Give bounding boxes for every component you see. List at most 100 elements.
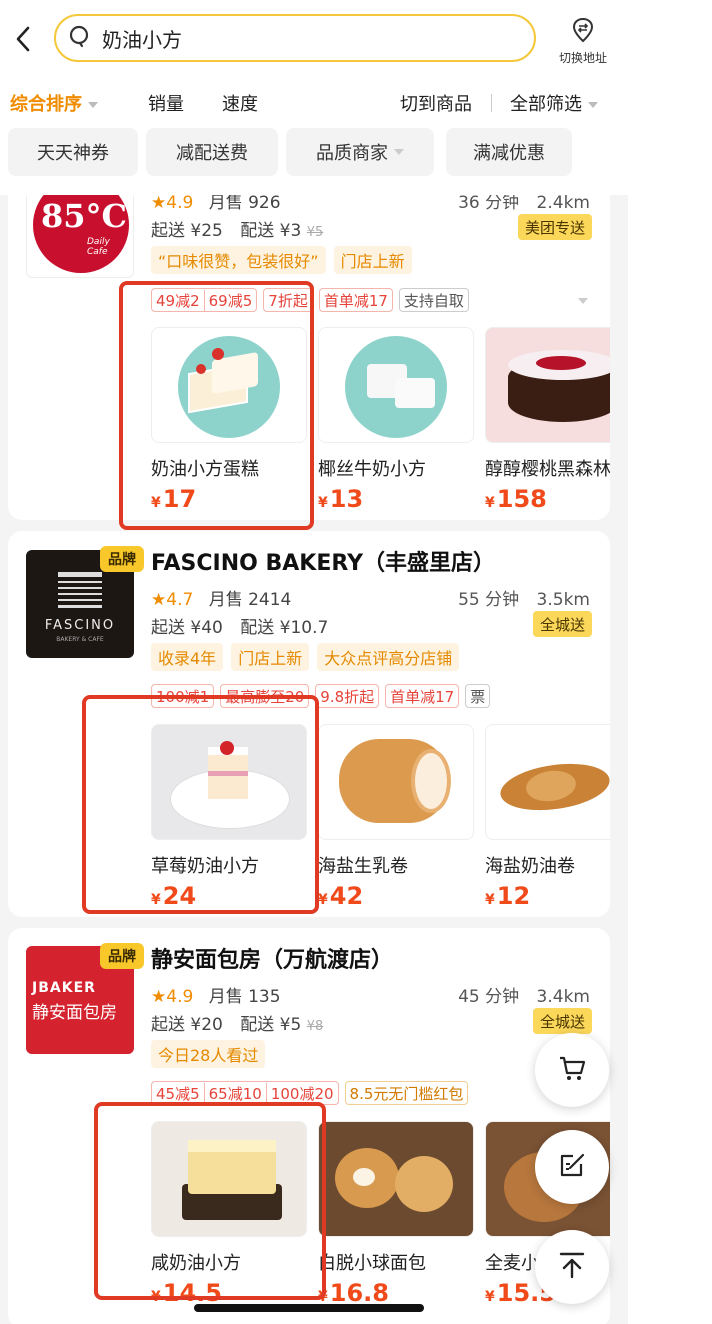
promo-tag: 首单减17 bbox=[385, 684, 460, 708]
chip-discount[interactable]: 满减优惠 bbox=[446, 128, 572, 176]
product-item[interactable]: 醇醇樱桃黑森林 ¥158 bbox=[485, 327, 610, 513]
chevron-down-icon bbox=[88, 102, 98, 108]
promo-item: 49减2 bbox=[156, 291, 200, 310]
store-card-85c[interactable]: 85°C Daily Cafe ★4.9 月售 926 36 分钟 2.4km … bbox=[8, 150, 610, 520]
product-item[interactable]: 奶油小方蛋糕 ¥17 bbox=[151, 327, 307, 513]
store-name: FASCINO BAKERY（丰盛里店） bbox=[151, 551, 496, 576]
delivery-time: 45 分钟 bbox=[458, 987, 520, 1007]
back-to-top-button[interactable] bbox=[535, 1230, 609, 1304]
store-fees: 起送 ¥40 配送 ¥10.7 bbox=[151, 613, 328, 638]
store-card-jbaker[interactable]: JBAKER 静安面包房 品牌 静安面包房（万航渡店） ★4.9 月售 135 … bbox=[8, 928, 610, 1324]
price-value: 42 bbox=[329, 882, 364, 910]
currency-symbol: ¥ bbox=[318, 892, 328, 908]
chip-reduced-delivery[interactable]: 减配送费 bbox=[146, 128, 278, 176]
sort-speed[interactable]: 速度 bbox=[222, 90, 258, 116]
order-list-button[interactable] bbox=[535, 1130, 609, 1204]
currency-symbol: ¥ bbox=[485, 1289, 495, 1305]
product-image bbox=[485, 724, 610, 840]
promo-tag-discounts: 45减5 65减10 100减20 bbox=[151, 1081, 339, 1105]
home-indicator bbox=[194, 1304, 424, 1312]
promo-item: 69减5 bbox=[203, 289, 257, 311]
search-header: 奶油小方 切换地址 综合排序 销量 速度 切到商品 全部筛选 天天神券 减配送费… bbox=[0, 0, 628, 195]
product-item[interactable]: 海盐奶油卷 ¥12 bbox=[485, 724, 610, 910]
currency-symbol: ¥ bbox=[151, 495, 161, 511]
store-fees: 起送 ¥25 配送 ¥3 ¥5 bbox=[151, 216, 323, 241]
product-name: 海盐奶油卷 bbox=[485, 856, 575, 877]
product-image bbox=[318, 327, 474, 443]
product-item[interactable]: 咸奶油小方 ¥14.5 bbox=[151, 1121, 307, 1307]
monthly-sales: 月售 135 bbox=[208, 987, 281, 1007]
switch-address-label: 切换地址 bbox=[558, 51, 607, 65]
back-icon[interactable] bbox=[10, 24, 36, 54]
promo-item: 100减20 bbox=[265, 1082, 338, 1104]
logo-wave-icon bbox=[58, 572, 102, 608]
cart-icon bbox=[557, 1053, 587, 1087]
delivery-time-distance: 45 分钟 3.4km bbox=[458, 982, 590, 1007]
rating-value: 4.9 bbox=[166, 987, 194, 1007]
product-image bbox=[151, 724, 307, 840]
product-name: 白脱小球面包 bbox=[318, 1253, 426, 1274]
promo-tag: 7折起 bbox=[263, 288, 313, 312]
product-name: 醇醇樱桃黑森林 bbox=[485, 459, 610, 480]
logo-subtext: Daily Cafe bbox=[87, 237, 110, 257]
currency-symbol: ¥ bbox=[485, 892, 495, 908]
product-item[interactable]: 椰丝牛奶小方 ¥13 bbox=[318, 327, 474, 513]
all-filter-label: 全部筛选 bbox=[510, 94, 582, 115]
feature-tag: 大众点评高分店铺 bbox=[317, 643, 460, 671]
currency-symbol: ¥ bbox=[485, 495, 495, 511]
price-value: 16.8 bbox=[329, 1279, 389, 1307]
chip-coupon[interactable]: 天天神券 bbox=[8, 128, 138, 176]
original-fee: ¥8 bbox=[306, 1019, 324, 1034]
search-input[interactable]: 奶油小方 bbox=[54, 14, 536, 62]
edit-order-icon bbox=[557, 1150, 587, 1184]
expand-promos-icon[interactable] bbox=[578, 298, 588, 304]
currency-symbol: ¥ bbox=[151, 892, 161, 908]
promo-tags: 45减5 65减10 100减20 8.5元无门槛红包 bbox=[151, 1081, 469, 1105]
product-image bbox=[151, 1121, 307, 1237]
product-item[interactable]: 白脱小球面包 ¥16.8 bbox=[318, 1121, 474, 1307]
currency-symbol: ¥ bbox=[318, 1289, 328, 1305]
product-image bbox=[485, 327, 610, 443]
promo-tag: 支持自取 bbox=[398, 288, 469, 312]
sort-sales[interactable]: 销量 bbox=[148, 90, 184, 116]
switch-address-button[interactable]: 切换地址 bbox=[550, 14, 616, 65]
switch-to-goods[interactable]: 切到商品 bbox=[400, 90, 472, 116]
promo-tags: 100减1 最高膨至20 9.8折起 首单减17 票 bbox=[151, 684, 491, 708]
cart-button[interactable] bbox=[535, 1033, 609, 1107]
distance: 3.4km bbox=[536, 987, 590, 1007]
store-fees: 起送 ¥20 配送 ¥5 ¥8 bbox=[151, 1010, 323, 1035]
search-icon bbox=[68, 24, 92, 52]
price-value: 13 bbox=[329, 485, 364, 513]
product-name: 咸奶油小方 bbox=[151, 1253, 241, 1274]
min-order: 起送 ¥20 bbox=[151, 1015, 223, 1035]
product-price: ¥13 bbox=[318, 485, 474, 513]
product-item[interactable]: 草莓奶油小方 ¥24 bbox=[151, 724, 307, 910]
feature-tag: 门店上新 bbox=[333, 246, 412, 274]
product-item[interactable]: 海盐生乳卷 ¥42 bbox=[318, 724, 474, 910]
sort-comprehensive[interactable]: 综合排序 bbox=[10, 90, 98, 116]
promo-tag: 票 bbox=[465, 684, 491, 708]
product-name: 草莓奶油小方 bbox=[151, 856, 259, 877]
min-order: 起送 ¥25 bbox=[151, 221, 223, 241]
product-price: ¥12 bbox=[485, 882, 610, 910]
store-card-fascino[interactable]: FASCINO BAKERY & CAFE 品牌 FASCINO BAKERY（… bbox=[8, 531, 610, 917]
product-price: ¥158 bbox=[485, 485, 610, 513]
chevron-down-icon bbox=[394, 149, 404, 155]
product-price: ¥16.8 bbox=[318, 1279, 474, 1307]
monthly-sales: 月售 2414 bbox=[208, 590, 292, 610]
search-query: 奶油小方 bbox=[102, 27, 182, 52]
feature-tags: “口味很赞，包装很好” 门店上新 bbox=[151, 246, 412, 274]
chip-quality-merchant[interactable]: 品质商家 bbox=[286, 128, 434, 176]
distance: 3.5km bbox=[536, 590, 590, 610]
price-value: 24 bbox=[162, 882, 197, 910]
product-image bbox=[151, 327, 307, 443]
price-value: 158 bbox=[496, 485, 547, 513]
sort-comprehensive-label: 综合排序 bbox=[10, 94, 82, 115]
original-fee: ¥5 bbox=[306, 225, 324, 240]
promo-tag: 首单减17 bbox=[318, 288, 393, 312]
delivery-tag: 全城送 bbox=[532, 611, 592, 637]
all-filter[interactable]: 全部筛选 bbox=[510, 90, 598, 116]
currency-symbol: ¥ bbox=[318, 495, 328, 511]
sort-bar: 综合排序 销量 速度 切到商品 全部筛选 bbox=[0, 86, 628, 118]
price-value: 12 bbox=[496, 882, 531, 910]
